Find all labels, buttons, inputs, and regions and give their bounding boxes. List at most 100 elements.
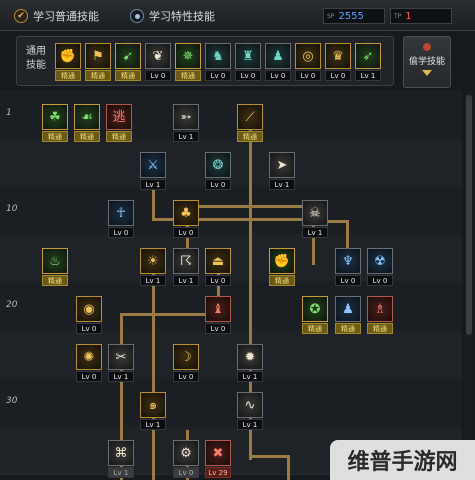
- skill-level-label: Lv 0: [76, 323, 102, 334]
- skill-slot[interactable]: ➳ Lv 1: [173, 104, 199, 142]
- skill-slot[interactable]: ∿ Lv 1: [237, 392, 263, 430]
- skill-slot[interactable]: ♟ Lv 0: [265, 43, 291, 81]
- sigil-icon: ✵: [175, 43, 201, 69]
- skill-slot[interactable]: ⚑ 精通: [85, 43, 111, 81]
- skill-level-label: Lv 0: [76, 371, 102, 382]
- skill-level-label: Lv 0: [295, 70, 321, 81]
- skill-slot[interactable]: ➶ Lv 1: [355, 43, 381, 81]
- skill-slot[interactable]: ✊ 精通: [269, 248, 295, 286]
- tp-counter: TP 1: [390, 8, 452, 24]
- crescent-icon: ☽: [173, 344, 199, 370]
- skill-slot[interactable]: ♆ Lv 0: [335, 248, 361, 286]
- skill-level-label: 精通: [237, 131, 263, 142]
- escape-icon: 逃: [106, 104, 132, 130]
- skill-slot[interactable]: ☀ Lv 1: [140, 248, 166, 286]
- watermark: 维普手游网: [330, 440, 475, 480]
- skill-slot[interactable]: ☈ Lv 1: [173, 248, 199, 286]
- skill-level-label: Lv 0: [173, 371, 199, 382]
- skill-level-label: Lv 0: [173, 467, 199, 478]
- skill-slot[interactable]: ✹ Lv 1: [237, 344, 263, 382]
- jump-icon: ♞: [205, 43, 231, 69]
- tp-label: TP: [394, 12, 402, 20]
- skill-slot[interactable]: ☙ 精通: [74, 104, 100, 142]
- skill-slot[interactable]: ☽ Lv 0: [173, 344, 199, 382]
- skill-slot[interactable]: ✪ 精通: [302, 296, 328, 334]
- skill-level-label: Lv 1: [302, 227, 328, 238]
- skill-slot[interactable]: ♛ Lv 0: [325, 43, 351, 81]
- skill-slot[interactable]: ⚙ Lv 0: [173, 440, 199, 478]
- skill-level-label: 精通: [42, 131, 68, 142]
- leap-icon: ♟: [265, 43, 291, 69]
- skill-slot[interactable]: ♝ Lv 0: [205, 296, 231, 334]
- skill-slot[interactable]: ✖ Lv 29: [205, 440, 231, 478]
- tree-row: [0, 330, 462, 379]
- scrollbar[interactable]: [465, 90, 473, 480]
- skill-level-label: Lv 0: [265, 70, 291, 81]
- orb-icon: ☀: [140, 248, 166, 274]
- tree-connector: [152, 265, 155, 480]
- blade-icon: ⚔: [140, 152, 166, 178]
- skill-slot[interactable]: ⌘ Lv 1: [108, 440, 134, 478]
- warrior-icon: ✪: [302, 296, 328, 322]
- tree-row: [0, 90, 462, 139]
- rage-icon: ♨: [42, 248, 68, 274]
- skill-slot[interactable]: ♣ Lv 0: [173, 200, 199, 238]
- skill-slot[interactable]: ⚔ Lv 1: [140, 152, 166, 190]
- skill-slot[interactable]: ๑ Lv 1: [140, 392, 166, 430]
- tab-normal-skills[interactable]: ✔ 学习普通技能: [14, 7, 99, 25]
- chevron-down-icon: [422, 70, 432, 76]
- swirl-icon: ❂: [205, 152, 231, 178]
- skill-level-label: Lv 0: [335, 275, 361, 286]
- skull-icon: ☢: [367, 248, 393, 274]
- skill-level-label: 精通: [106, 131, 132, 142]
- skill-level-label: Lv 1: [108, 467, 134, 478]
- scrollbar-thumb[interactable]: [466, 95, 472, 335]
- skill-slot[interactable]: ➤ Lv 1: [269, 152, 295, 190]
- learn-skill-button[interactable]: 偷学技能: [403, 36, 451, 88]
- skill-slot[interactable]: 逃精通: [106, 104, 132, 142]
- skill-slot[interactable]: ♞ Lv 0: [205, 43, 231, 81]
- skill-level-label: 精通: [115, 70, 141, 81]
- skill-slot[interactable]: ♗ 精通: [367, 296, 393, 334]
- learn-skill-label: 偷学技能: [408, 57, 445, 67]
- kick-icon: ➹: [115, 43, 141, 69]
- skill-slot[interactable]: ☘ 精通: [42, 104, 68, 142]
- skill-slot[interactable]: ☢ Lv 0: [367, 248, 393, 286]
- skill-level-label: 精通: [42, 275, 68, 286]
- tab-trait-skills[interactable]: 学习特性技能: [130, 7, 215, 25]
- cross-icon: ✖: [205, 440, 231, 466]
- demon-icon: ♆: [335, 248, 361, 274]
- skill-slot[interactable]: ✵ 精通: [175, 43, 201, 81]
- chevron-icon: ➤: [269, 152, 295, 178]
- skill-slot[interactable]: ❦ Lv 0: [145, 43, 171, 81]
- skill-slot[interactable]: ✊ 精通: [55, 43, 81, 81]
- tree-connector: [346, 220, 349, 250]
- skill-level-label: Lv 0: [205, 70, 231, 81]
- skill-slot[interactable]: ✂ Lv 1: [108, 344, 134, 382]
- skill-slot[interactable]: ♨ 精通: [42, 248, 68, 286]
- skill-slot[interactable]: ☠ Lv 1: [302, 200, 328, 238]
- skill-level-label: 精通: [269, 275, 295, 286]
- skill-slot[interactable]: ♜ Lv 0: [235, 43, 261, 81]
- burst-icon: ✹: [237, 344, 263, 370]
- skill-level-label: 精通: [74, 131, 100, 142]
- ankh-icon: ☥: [108, 200, 134, 226]
- skill-level-label: 精通: [335, 323, 361, 334]
- skill-level-label: Lv 0: [205, 275, 231, 286]
- skill-slot[interactable]: ➹ 精通: [115, 43, 141, 81]
- spiral-icon: ๑: [140, 392, 166, 418]
- skill-slot[interactable]: ☥ Lv 0: [108, 200, 134, 238]
- radio-icon: [130, 9, 144, 23]
- skill-slot[interactable]: ❂ Lv 0: [205, 152, 231, 190]
- skill-slot[interactable]: ✺ Lv 0: [76, 344, 102, 382]
- skill-slot[interactable]: ⏏ Lv 0: [205, 248, 231, 286]
- top-bar: ✔ 学习普通技能 学习特性技能 SP 2555 TP 1: [0, 0, 475, 31]
- skill-slot[interactable]: ◉ Lv 0: [76, 296, 102, 334]
- check-icon: ✔: [14, 9, 28, 23]
- skill-slot[interactable]: ⟋ 精通: [237, 104, 263, 142]
- skill-level-label: 精通: [367, 323, 393, 334]
- fist-green-icon: ✊: [269, 248, 295, 274]
- skill-slot[interactable]: ♟ 精通: [335, 296, 361, 334]
- skill-slot[interactable]: ◎ Lv 0: [295, 43, 321, 81]
- skill-level-label: Lv 1: [140, 419, 166, 430]
